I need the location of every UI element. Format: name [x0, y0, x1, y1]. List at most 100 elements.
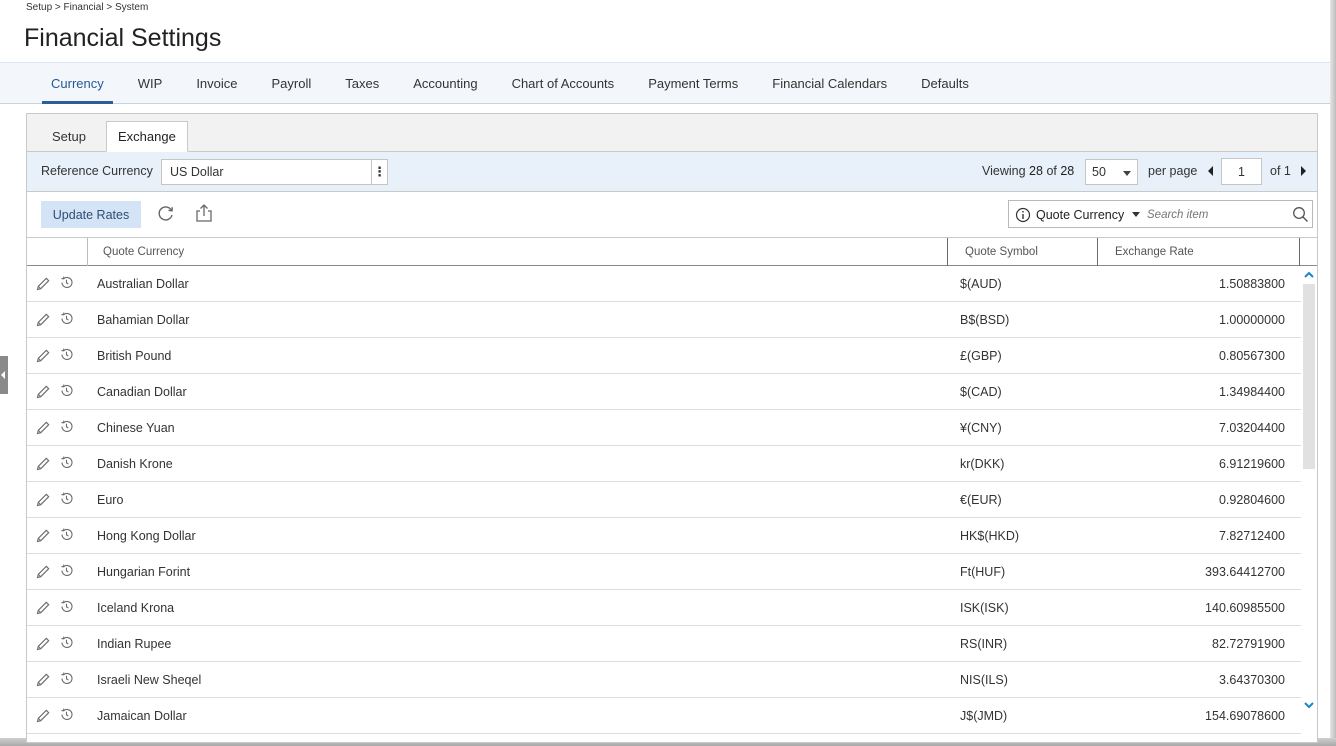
chevron-down-icon[interactable]: [1132, 212, 1140, 217]
cell-quote-symbol: kr(DKK): [960, 457, 1005, 471]
cell-exchange-rate: 7.82712400: [1218, 529, 1285, 543]
reference-currency-select[interactable]: US Dollar ⋮: [161, 159, 388, 185]
search-field-select[interactable]: Quote Currency: [1036, 208, 1124, 222]
column-header-exchange-rate[interactable]: Exchange Rate: [1115, 246, 1194, 258]
pencil-icon[interactable]: [35, 528, 51, 544]
history-icon[interactable]: [59, 347, 74, 362]
prev-page-icon[interactable]: [1208, 166, 1213, 176]
kebab-menu-icon[interactable]: ⋮: [371, 160, 387, 184]
pencil-icon[interactable]: [35, 420, 51, 436]
table-row: Jamaican Dollar J$(JMD) 154.69078600: [27, 698, 1301, 734]
refresh-icon[interactable]: [155, 202, 177, 224]
history-icon[interactable]: [59, 275, 74, 290]
tab-taxes[interactable]: Taxes: [328, 63, 396, 103]
table-row: Euro €(EUR) 0.92804600: [27, 482, 1301, 518]
pencil-icon[interactable]: [35, 636, 51, 652]
tab-financial-calendars[interactable]: Financial Calendars: [755, 63, 904, 103]
tab-accounting[interactable]: Accounting: [396, 63, 494, 103]
cell-quote-currency: Jamaican Dollar: [97, 709, 187, 723]
table-row: Iceland Krona ISK(ISK) 140.60985500: [27, 590, 1301, 626]
subtab-setup[interactable]: Setup: [41, 121, 97, 152]
per-page-value: 50: [1092, 165, 1106, 179]
history-icon[interactable]: [59, 707, 74, 722]
page-number-input[interactable]: 1: [1221, 158, 1262, 185]
vertical-scrollbar[interactable]: [1301, 266, 1317, 742]
pencil-icon[interactable]: [35, 492, 51, 508]
viewing-total: 28: [1060, 164, 1075, 178]
tab-payment-terms[interactable]: Payment Terms: [631, 63, 755, 103]
cell-quote-symbol: NIS(ILS): [960, 673, 1008, 687]
subtab-exchange[interactable]: Exchange: [106, 121, 188, 152]
history-icon[interactable]: [59, 635, 74, 650]
history-icon[interactable]: [59, 455, 74, 470]
column-header-quote-currency[interactable]: Quote Currency: [103, 246, 184, 258]
history-icon[interactable]: [59, 491, 74, 506]
history-icon[interactable]: [59, 563, 74, 578]
breadcrumb: Setup > Financial > System: [26, 2, 149, 13]
pencil-icon[interactable]: [35, 564, 51, 580]
column-header-quote-symbol[interactable]: Quote Symbol: [965, 246, 1038, 258]
info-icon: [1015, 207, 1031, 228]
pencil-icon[interactable]: [35, 348, 51, 364]
search-input[interactable]: [1145, 205, 1285, 225]
column-resize-handle[interactable]: [947, 238, 948, 266]
cell-exchange-rate: 0.80567300: [1218, 349, 1285, 363]
update-rates-button[interactable]: Update Rates: [41, 201, 141, 228]
tab-defaults[interactable]: Defaults: [904, 63, 986, 103]
column-resize-handle[interactable]: [1299, 238, 1300, 266]
tab-wip[interactable]: WIP: [121, 63, 180, 103]
tab-currency[interactable]: Currency: [34, 63, 121, 104]
export-icon[interactable]: [193, 202, 215, 224]
cell-quote-currency: Euro: [97, 493, 124, 507]
cell-quote-symbol: B$(BSD): [960, 313, 1010, 327]
scrollbar-thumb[interactable]: [1303, 284, 1315, 469]
pencil-icon[interactable]: [35, 276, 51, 292]
search-box: Quote Currency: [1008, 200, 1313, 228]
pencil-icon[interactable]: [35, 708, 51, 724]
history-icon[interactable]: [59, 671, 74, 686]
history-icon[interactable]: [59, 527, 74, 542]
cell-exchange-rate: 1.00000000: [1218, 313, 1285, 327]
window-right-edge: [1330, 0, 1336, 746]
history-icon[interactable]: [59, 599, 74, 614]
chevron-up-icon[interactable]: [1303, 268, 1315, 280]
tab-chart-of-accounts[interactable]: Chart of Accounts: [495, 63, 632, 103]
side-panel-toggle[interactable]: [0, 356, 8, 394]
cell-exchange-rate: 1.34984400: [1218, 385, 1285, 399]
history-icon[interactable]: [59, 419, 74, 434]
table-row: Hungarian Forint Ft(HUF) 393.64412700: [27, 554, 1301, 590]
pencil-icon[interactable]: [35, 600, 51, 616]
cell-quote-symbol: ISK(ISK): [960, 601, 1009, 615]
pencil-icon[interactable]: [35, 456, 51, 472]
search-icon[interactable]: [1292, 206, 1309, 228]
viewing-summary: Viewing 28 of 28: [982, 164, 1074, 178]
history-icon[interactable]: [59, 383, 74, 398]
grid-toolbar: Update Rates Quote Currency: [27, 193, 1317, 237]
history-icon[interactable]: [59, 311, 74, 326]
table-row: Bahamian Dollar B$(BSD) 1.00000000: [27, 302, 1301, 338]
main-tab-bar: Currency WIP Invoice Payroll Taxes Accou…: [0, 62, 1330, 104]
column-resize-handle[interactable]: [1097, 238, 1098, 266]
cell-exchange-rate: 140.60985500: [1205, 601, 1285, 615]
cell-quote-symbol: €(EUR): [960, 493, 1002, 507]
chevron-down-icon[interactable]: [1303, 698, 1315, 710]
table-row: British Pound £(GBP) 0.80567300: [27, 338, 1301, 374]
reference-currency-value: US Dollar: [170, 165, 224, 179]
tab-invoice[interactable]: Invoice: [179, 63, 254, 103]
pencil-icon[interactable]: [35, 672, 51, 688]
chevron-down-icon: [1123, 171, 1131, 176]
per-page-select[interactable]: 50: [1085, 159, 1138, 185]
cell-quote-symbol: HK$(HKD): [960, 529, 1020, 543]
pencil-icon[interactable]: [35, 312, 51, 328]
page-title: Financial Settings: [24, 24, 222, 52]
cell-exchange-rate: 3.64370300: [1218, 673, 1285, 687]
table-row: Indian Rupee RS(INR) 82.72791900: [27, 626, 1301, 662]
viewing-of-label: of: [1046, 164, 1057, 178]
cell-quote-currency: Hong Kong Dollar: [97, 529, 196, 543]
pencil-icon[interactable]: [35, 384, 51, 400]
table-row: Danish Krone kr(DKK) 6.91219600: [27, 446, 1301, 482]
table-row: Israeli New Sheqel NIS(ILS) 3.64370300: [27, 662, 1301, 698]
table-row: Canadian Dollar $(CAD) 1.34984400: [27, 374, 1301, 410]
tab-payroll[interactable]: Payroll: [255, 63, 329, 103]
next-page-icon[interactable]: [1301, 166, 1306, 176]
